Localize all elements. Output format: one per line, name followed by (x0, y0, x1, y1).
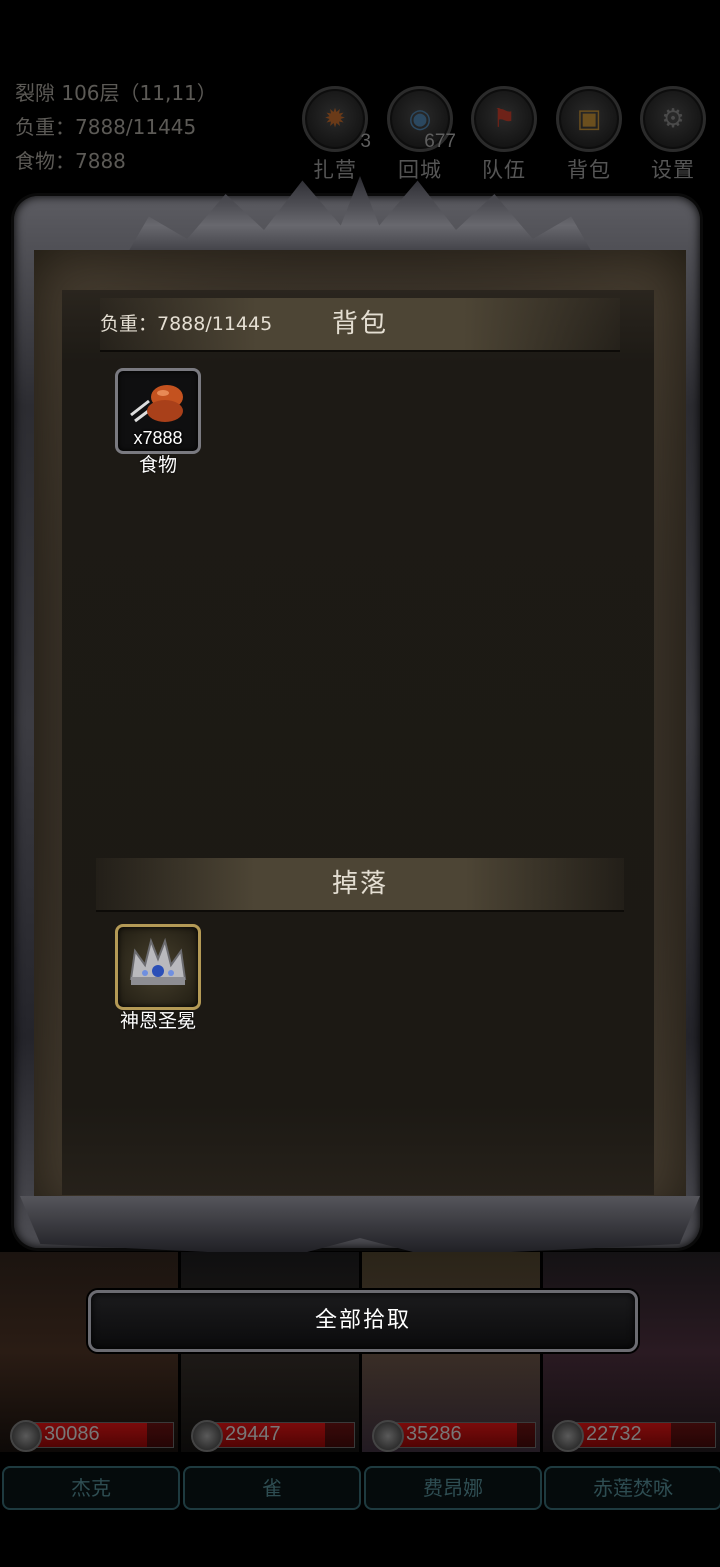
return-city-label: 回城 (398, 158, 442, 182)
hp-orb-icon (191, 1420, 223, 1452)
hp-orb-icon (552, 1420, 584, 1452)
hp-value: 30086 (44, 1423, 100, 1445)
hp-orb-icon (10, 1420, 42, 1452)
hp-value: 22732 (586, 1423, 642, 1445)
gear-icon: ⚙ (661, 104, 685, 134)
camp-label: 扎营 (313, 158, 357, 182)
food-text: 食物：7888 (15, 149, 126, 173)
hp-bar-fiona: 35286 (366, 1418, 536, 1452)
campfire-icon: ✹ (324, 104, 346, 134)
item-name: 食物 (138, 454, 177, 476)
settings-label: 设置 (651, 158, 695, 182)
return-city-button[interactable]: ◉ 677 回城 (387, 86, 456, 182)
party-tab-fiona[interactable]: 费昂娜 (364, 1466, 542, 1510)
item-quantity: x7888 (133, 428, 183, 448)
collect-all-button[interactable]: 全部拾取 (88, 1290, 638, 1352)
backpack-header: 负重：7888/11445 背包 (100, 298, 620, 352)
drops-title: 掉落 (331, 869, 388, 899)
item-slot-food[interactable]: x7888 食物 (113, 368, 203, 476)
drop-slot-crown[interactable]: 神恩圣冕 (113, 924, 203, 1032)
hp-bar-jack: 30086 (4, 1418, 174, 1452)
drops-header: 掉落 (96, 858, 624, 912)
item-frame (115, 924, 201, 1010)
backpack-label: 背包 (567, 158, 611, 182)
hp-value: 29447 (225, 1423, 281, 1445)
party-tab-chilian[interactable]: 赤莲焚咏 (544, 1466, 720, 1510)
item-frame: x7888 (115, 368, 201, 454)
hp-bar-que: 29447 (185, 1418, 355, 1452)
team-label: 队伍 (482, 158, 526, 182)
weight-text: 负重：7888/11445 (15, 115, 197, 139)
return-city-badge: 677 (424, 131, 456, 152)
hp-bar-chilian: 22732 (546, 1418, 716, 1452)
hp-value: 35286 (406, 1423, 462, 1445)
banner-icon: ⚑ (492, 104, 516, 134)
item-name: 神恩圣冕 (119, 1010, 196, 1032)
settings-button[interactable]: ⚙ 设置 (640, 86, 706, 182)
party-tab-jack[interactable]: 杰克 (2, 1466, 180, 1510)
party-tab-que[interactable]: 雀 (183, 1466, 361, 1510)
team-button[interactable]: ⚑ 队伍 (471, 86, 537, 182)
backpack-icon: ▣ (576, 104, 602, 134)
crown-icon (129, 937, 187, 985)
camp-button[interactable]: ✹ 3 扎营 (302, 86, 371, 182)
backpack-button[interactable]: ▣ 背包 (556, 86, 622, 182)
camp-badge: 3 (360, 131, 371, 152)
location-text: 裂隙 106层（11,11） (15, 81, 217, 105)
portal-icon: ◉ (408, 104, 432, 134)
hud-info: 裂隙 106层（11,11） 负重：7888/11445 食物：7888 (15, 76, 217, 178)
hp-orb-icon (372, 1420, 404, 1452)
backpack-title: 背包 (331, 309, 388, 339)
